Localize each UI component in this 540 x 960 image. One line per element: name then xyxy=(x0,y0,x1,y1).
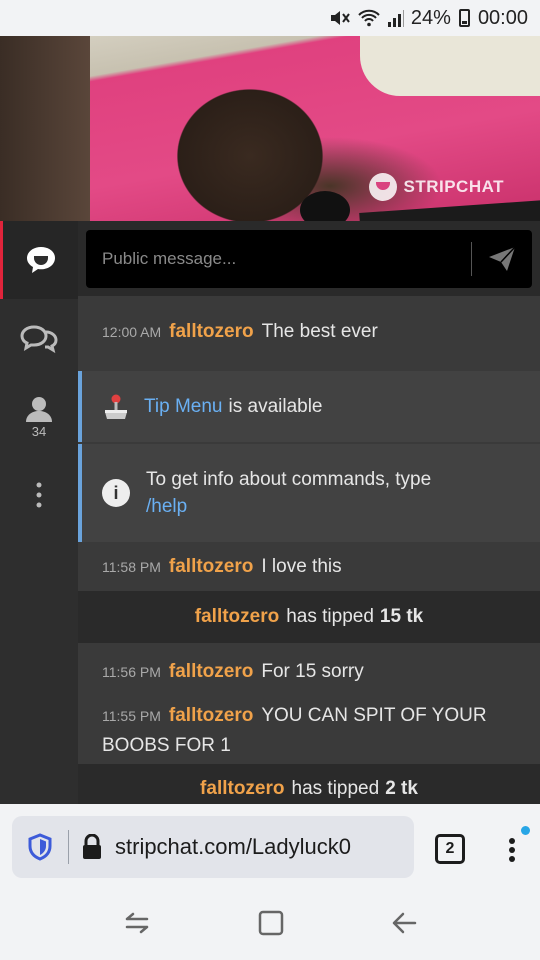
viewer-count: 34 xyxy=(31,423,47,439)
tip-amount: 15 tk xyxy=(379,606,424,627)
help-command-link[interactable]: /help xyxy=(146,496,187,517)
video-scene-mouse xyxy=(300,191,350,221)
stripchat-watermark: STRIPCHAT xyxy=(369,173,504,201)
clock: 00:00 xyxy=(477,6,528,29)
url-text[interactable]: stripchat.com/Ladyluck0 xyxy=(115,834,351,860)
tip-username[interactable]: falltozero xyxy=(200,778,284,800)
message-username[interactable]: falltozero xyxy=(169,661,253,683)
mute-icon xyxy=(329,8,351,28)
message-username[interactable]: falltozero xyxy=(169,556,253,578)
chat-panel: 34 12:00 AM falltozero The best ever Tip… xyxy=(0,221,540,804)
video-scene-pillow xyxy=(360,36,540,96)
browser-menu-button[interactable] xyxy=(500,826,530,870)
send-button[interactable] xyxy=(472,230,532,288)
send-icon xyxy=(489,246,516,271)
message-text: For 15 sorry xyxy=(261,661,364,682)
chat-message: 11:58 PM falltozero I love this xyxy=(78,551,540,583)
battery-icon xyxy=(458,9,470,27)
message-time: 12:00 AM xyxy=(102,324,162,340)
joystick-icon xyxy=(105,394,127,419)
message-time: 11:58 PM xyxy=(102,559,161,575)
commands-notice-body: To get info about commands, type /help xyxy=(146,466,431,520)
tip-notification: falltozero has tipped 2 tk xyxy=(78,764,540,804)
tab-public-chat[interactable] xyxy=(0,221,78,299)
message-text: The best ever xyxy=(261,321,378,342)
chat-sidebar: 34 xyxy=(0,221,78,804)
menu-dot-icon xyxy=(509,847,515,853)
tab-private-messages[interactable] xyxy=(0,301,78,377)
recent-apps-button[interactable] xyxy=(123,910,151,941)
message-text: I love this xyxy=(261,556,342,577)
chat-bubble-icon xyxy=(26,247,55,273)
commands-text: To get info about commands, type xyxy=(146,469,432,490)
info-icon: i xyxy=(102,479,130,507)
message-username[interactable]: falltozero xyxy=(169,321,253,343)
signal-icon xyxy=(387,8,405,28)
kebab-menu-icon xyxy=(36,482,42,508)
battery-percent: 24% xyxy=(410,6,451,29)
tip-text: has tipped xyxy=(291,778,380,799)
tip-username[interactable]: falltozero xyxy=(195,606,279,628)
tab-count: 2 xyxy=(445,840,455,857)
tip-menu-text: is available xyxy=(228,395,323,417)
tip-text: has tipped xyxy=(286,606,374,627)
tab-viewers[interactable]: 34 xyxy=(0,379,78,455)
address-bar[interactable]: stripchat.com/Ladyluck0 xyxy=(12,816,414,878)
message-time: 11:56 PM xyxy=(102,664,161,680)
status-bar: 24% 00:00 xyxy=(0,0,540,36)
tip-notification: falltozero has tipped 15 tk xyxy=(78,591,540,643)
recent-apps-icon xyxy=(126,912,149,933)
message-composer xyxy=(78,221,540,296)
video-scene-keyboard xyxy=(359,199,540,221)
video-scene-bedframe xyxy=(0,36,90,221)
message-box xyxy=(86,230,532,288)
chat-message: 11:55 PM falltozero YOU CAN SPIT OF YOUR B… xyxy=(78,701,540,761)
chat-bubbles-icon xyxy=(20,325,58,354)
wifi-icon xyxy=(357,8,381,28)
public-message-input[interactable] xyxy=(86,230,471,288)
notification-dot xyxy=(521,826,530,835)
home-button[interactable] xyxy=(258,910,284,941)
browser-toolbar: stripchat.com/Ladyluck0 2 xyxy=(0,804,540,890)
back-arrow-icon xyxy=(392,912,416,933)
watermark-text: STRIPCHAT xyxy=(403,177,504,196)
tab-switcher-button[interactable]: 2 xyxy=(435,834,465,864)
tip-amount: 2 tk xyxy=(385,778,418,799)
message-time: 11:55 PM xyxy=(102,708,161,724)
tip-menu-link[interactable]: Tip Menu xyxy=(144,396,223,418)
shield-icon xyxy=(28,833,52,861)
stripchat-logo-icon xyxy=(369,173,398,201)
menu-dot-icon xyxy=(509,856,515,862)
user-icon xyxy=(26,396,52,422)
home-icon xyxy=(258,910,284,935)
chat-message: 11:56 PM falltozero For 15 sorry xyxy=(78,656,540,688)
tip-menu-notice: Tip Menu is available xyxy=(78,371,540,442)
lock-icon[interactable] xyxy=(69,834,115,860)
commands-notice: i To get info about commands, type /help xyxy=(78,444,540,542)
chat-message: 12:00 AM falltozero The best ever xyxy=(78,316,540,348)
video-player[interactable]: STRIPCHAT xyxy=(0,36,540,221)
tracker-shield-button[interactable] xyxy=(12,833,68,861)
chat-feed: 12:00 AM falltozero The best ever Tip Me… xyxy=(78,221,540,804)
menu-dot-icon xyxy=(509,838,515,844)
more-options-button[interactable] xyxy=(0,457,78,533)
message-username[interactable]: falltozero xyxy=(169,705,253,726)
back-button[interactable] xyxy=(391,911,417,940)
system-navigation-bar xyxy=(0,890,540,960)
